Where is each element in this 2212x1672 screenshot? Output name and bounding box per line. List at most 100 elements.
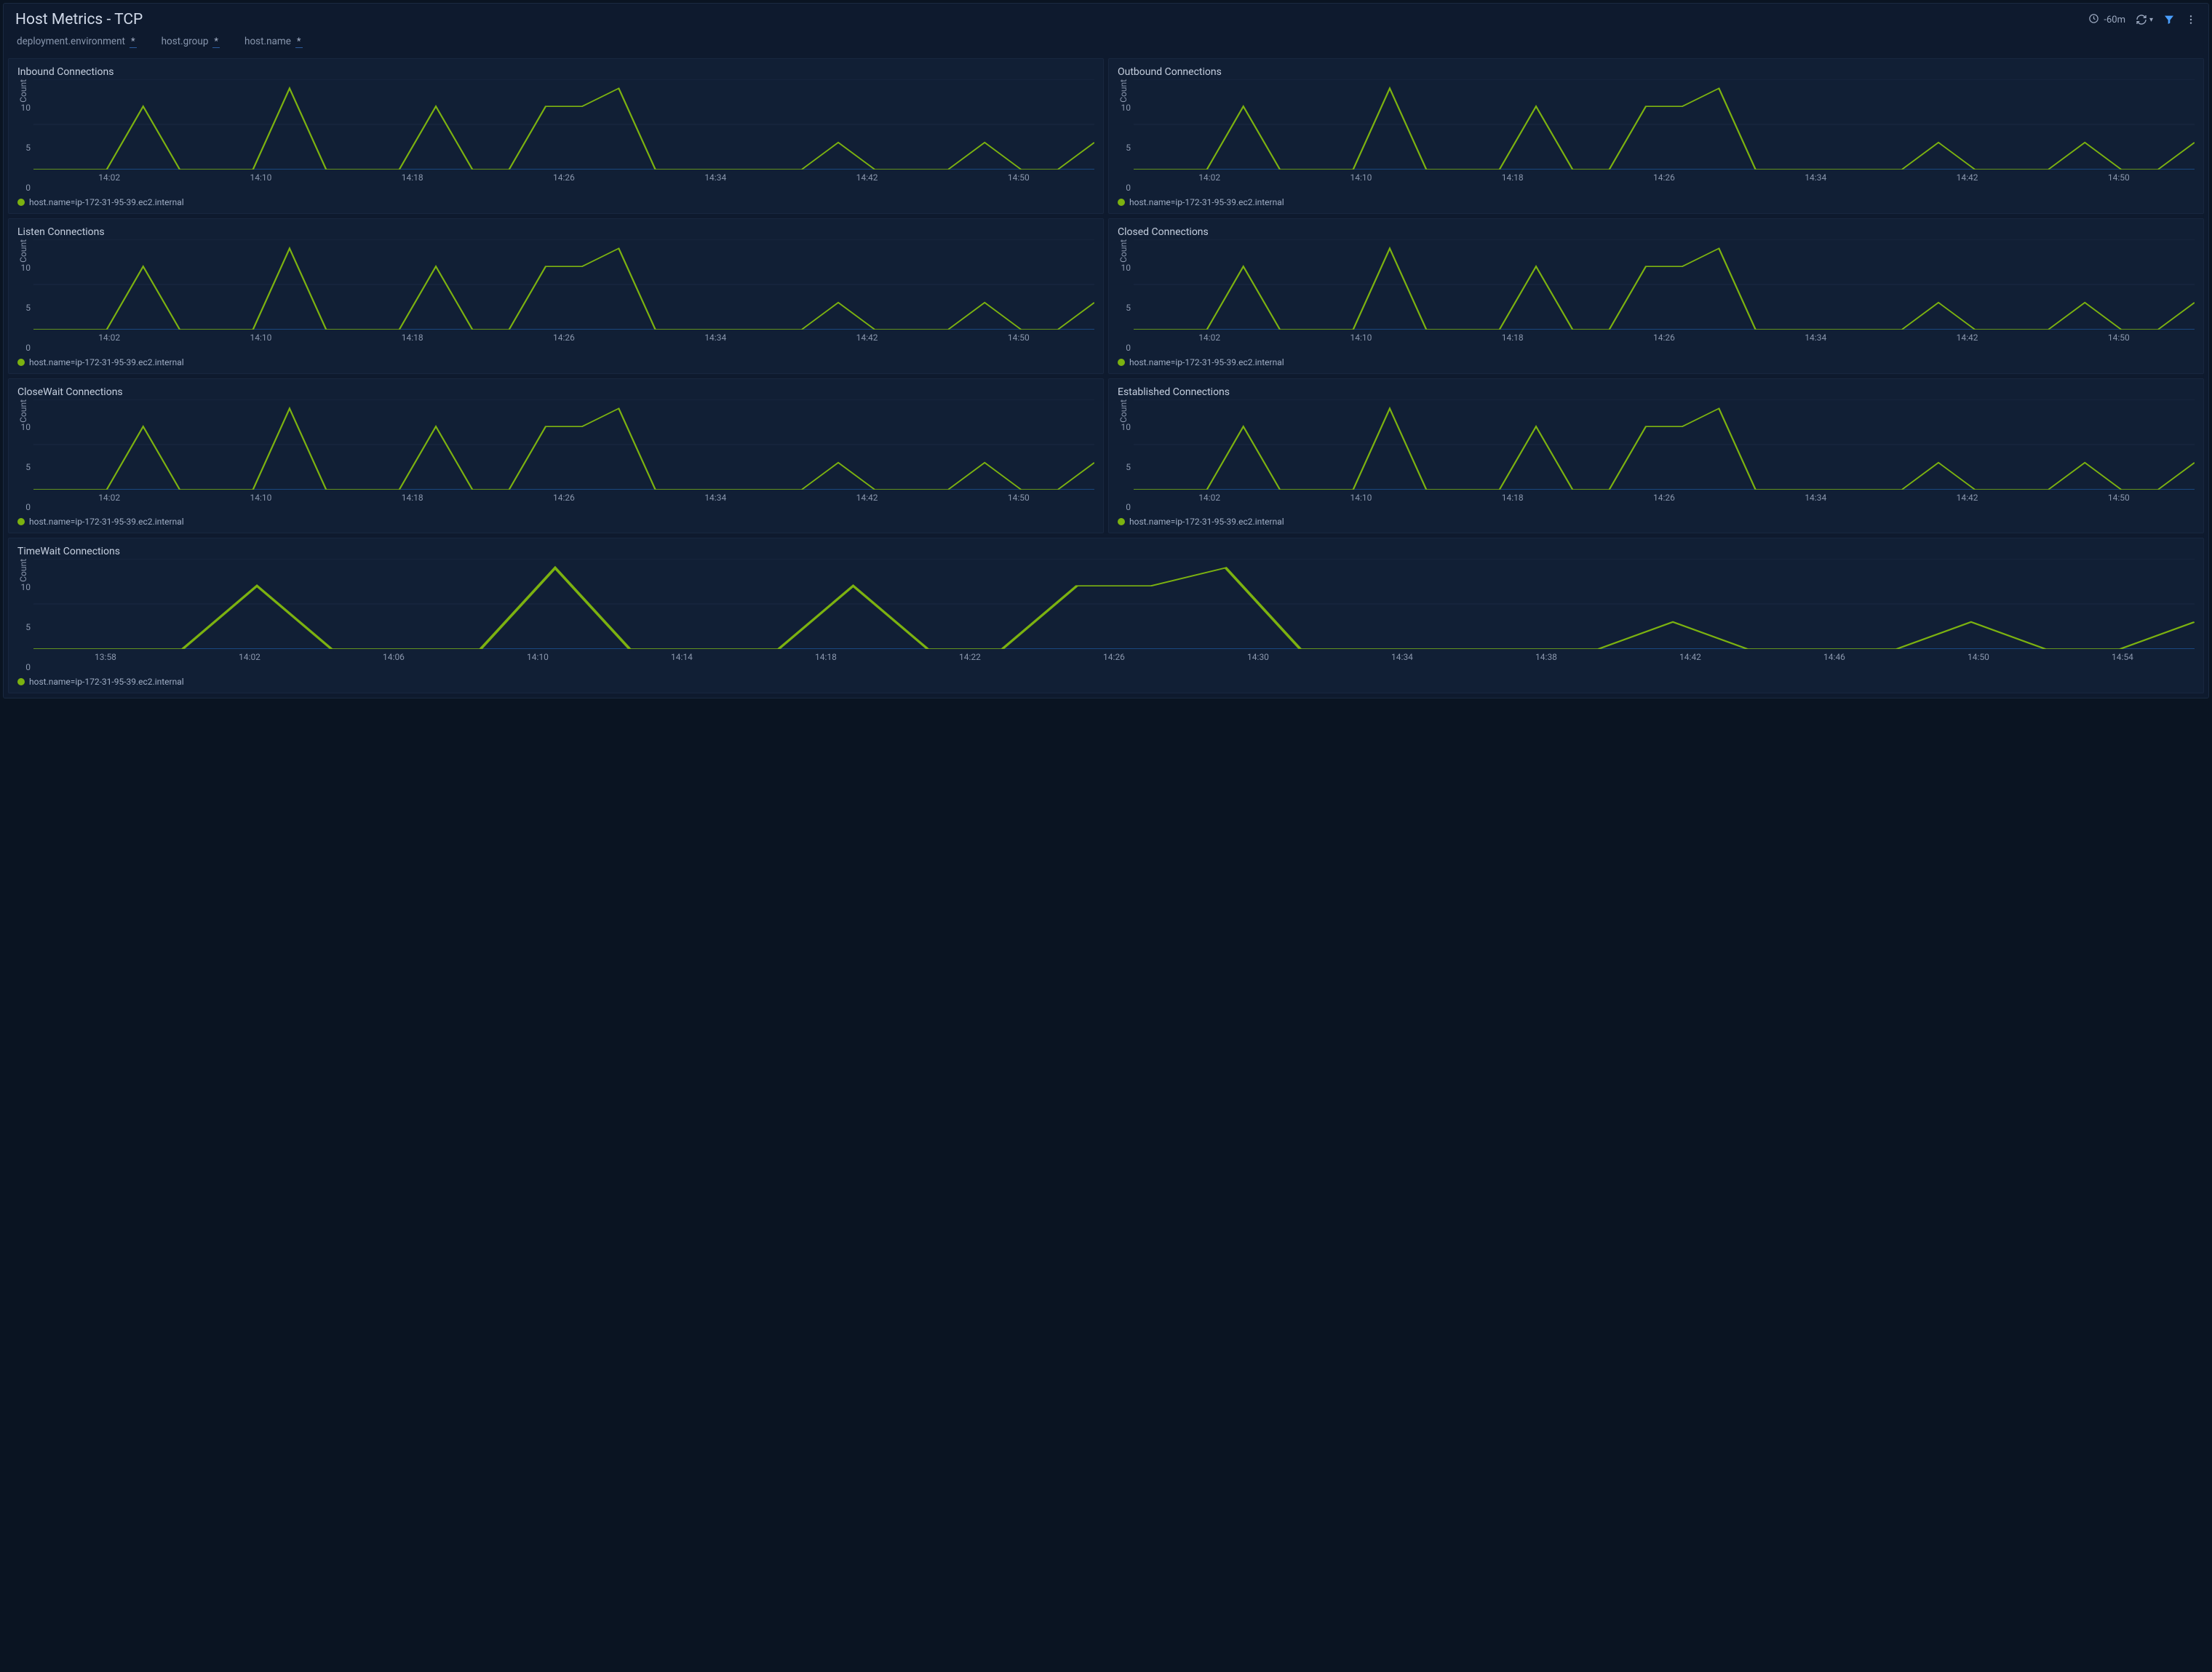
x-tick: 14:10 — [185, 493, 336, 503]
header: Host Metrics - TCP -60m ▾ — [4, 4, 2208, 33]
chart-panel: TimeWait Connections Count10 5 013:5814:02 1… — [8, 538, 2204, 693]
x-tick: 14:30 — [1186, 652, 1330, 662]
chart-area[interactable]: Count105013:5814:0214:0614:1014:1414:181… — [17, 559, 2195, 672]
filter-label: host.group — [162, 36, 209, 47]
y-axis-label: Count — [18, 239, 28, 263]
x-tick: 14:42 — [1618, 652, 1762, 662]
y-tick: 10 — [17, 103, 31, 113]
x-tick: 14:26 — [1588, 333, 1740, 343]
chart-panel: Closed ConnectionsCount105014:0214:1014:… — [1108, 218, 2204, 374]
x-tick: 14:18 — [1437, 172, 1588, 183]
x-tick: 14:34 — [1740, 172, 1891, 183]
legend-label: host.name=ip-172-31-95-39.ec2.internal — [29, 197, 184, 207]
x-tick: 14:18 — [1437, 493, 1588, 503]
refresh-button[interactable]: ▾ — [2136, 14, 2153, 25]
series-line — [1134, 408, 2195, 490]
legend[interactable]: host.name=ip-172-31-95-39.ec2.internal — [1118, 517, 2195, 527]
x-tick: 14:34 — [1740, 333, 1891, 343]
x-tick: 14:18 — [337, 333, 488, 343]
x-tick: 14:50 — [2043, 493, 2195, 503]
filter-icon[interactable] — [2163, 14, 2175, 25]
legend[interactable]: host.name=ip-172-31-95-39.ec2.internal — [17, 517, 1094, 527]
refresh-icon — [2136, 14, 2147, 25]
x-tick: 14:34 — [640, 333, 791, 343]
legend[interactable]: host.name=ip-172-31-95-39.ec2.internal — [17, 357, 1094, 367]
x-tick: 14:50 — [1906, 652, 2050, 662]
filter-host-group[interactable]: host.group * — [162, 36, 220, 48]
panel-title: Closed Connections — [1118, 226, 2195, 238]
y-tick: 0 — [17, 183, 31, 193]
legend[interactable]: host.name=ip-172-31-95-39.ec2.internal — [17, 197, 1094, 207]
x-tick: 14:50 — [943, 333, 1094, 343]
y-tick: 5 — [17, 303, 31, 313]
filter-label: host.name — [244, 36, 291, 47]
legend-label: host.name=ip-172-31-95-39.ec2.internal — [1129, 357, 1284, 367]
y-tick: 0 — [1118, 343, 1131, 353]
series-line — [1134, 88, 2195, 170]
y-tick: 0 — [17, 662, 31, 672]
filter-host-name[interactable]: host.name * — [244, 36, 302, 48]
legend[interactable]: host.name=ip-172-31-95-39.ec2.internal — [1118, 357, 2195, 367]
chart-panel: Outbound ConnectionsCount105014:0214:101… — [1108, 58, 2204, 214]
x-tick: 14:34 — [640, 172, 791, 183]
x-tick: 14:26 — [1588, 493, 1740, 503]
y-tick: 0 — [1118, 183, 1131, 193]
x-tick: 14:34 — [1330, 652, 1474, 662]
chart-panel: Listen ConnectionsCount105014:0214:1014:… — [8, 218, 1104, 374]
x-tick: 14:42 — [1891, 493, 2042, 503]
x-tick: 14:10 — [1285, 333, 1436, 343]
y-tick: 10 — [17, 582, 31, 592]
legend-label: host.name=ip-172-31-95-39.ec2.internal — [29, 357, 184, 367]
chart-area[interactable]: Count105014:0214:1014:1814:2614:3414:421… — [1118, 399, 2195, 513]
series-line — [1134, 248, 2195, 330]
panel-title: Outbound Connections — [1118, 66, 2195, 78]
panel-title: TimeWait Connections — [17, 546, 2195, 557]
filter-value: * — [295, 36, 303, 48]
series-line — [33, 408, 1094, 490]
y-axis-label: Count — [1118, 239, 1129, 263]
chart-area[interactable]: Count105014:0214:1014:1814:2614:3414:421… — [1118, 79, 2195, 193]
x-tick: 14:38 — [1474, 652, 1618, 662]
y-tick: 5 — [17, 462, 31, 472]
x-tick: 13:58 — [33, 652, 178, 662]
legend[interactable]: host.name=ip-172-31-95-39.ec2.internal — [17, 677, 2195, 687]
x-tick: 14:22 — [898, 652, 1042, 662]
x-tick: 14:18 — [1437, 333, 1588, 343]
y-tick: 10 — [1118, 103, 1131, 113]
chart-panel: Established ConnectionsCount105014:0214:… — [1108, 378, 2204, 534]
y-axis-label: Count — [18, 559, 28, 582]
chart-area[interactable]: Count105014:0214:1014:1814:2614:3414:421… — [17, 79, 1094, 193]
x-tick: 14:02 — [33, 493, 185, 503]
chart-area[interactable]: Count105014:0214:1014:1814:2614:3414:421… — [1118, 239, 2195, 353]
legend-label: host.name=ip-172-31-95-39.ec2.internal — [1129, 197, 1284, 207]
filter-deployment-environment[interactable]: deployment.environment * — [17, 36, 137, 48]
x-tick: 14:50 — [943, 493, 1094, 503]
x-tick: 14:02 — [178, 652, 322, 662]
y-tick: 5 — [17, 622, 31, 632]
chart-area[interactable]: Count105014:0214:1014:1814:2614:3414:421… — [17, 399, 1094, 513]
chevron-down-icon: ▾ — [2149, 16, 2153, 24]
x-tick: 14:02 — [1134, 333, 1285, 343]
x-tick: 14:02 — [33, 333, 185, 343]
series-line — [33, 88, 1094, 170]
x-tick: 14:42 — [791, 493, 942, 503]
panel-title: Established Connections — [1118, 386, 2195, 398]
x-tick: 14:14 — [610, 652, 754, 662]
legend-swatch — [1118, 359, 1125, 366]
y-axis-label: Count — [1118, 399, 1129, 423]
y-tick: 10 — [1118, 263, 1131, 273]
x-tick: 14:46 — [1762, 652, 1906, 662]
y-axis-label: Count — [18, 399, 28, 423]
x-tick: 14:42 — [791, 172, 942, 183]
more-menu-icon[interactable] — [2185, 14, 2197, 25]
x-tick: 14:34 — [1740, 493, 1891, 503]
timerange-picker[interactable]: -60m — [2088, 13, 2125, 27]
x-tick: 14:26 — [1588, 172, 1740, 183]
x-tick: 14:26 — [488, 333, 640, 343]
chart-area[interactable]: Count105014:0214:1014:1814:2614:3414:421… — [17, 239, 1094, 353]
legend-label: host.name=ip-172-31-95-39.ec2.internal — [1129, 517, 1284, 527]
legend-swatch — [1118, 199, 1125, 206]
clock-icon — [2088, 13, 2099, 27]
panel-title: Listen Connections — [17, 226, 1094, 238]
legend[interactable]: host.name=ip-172-31-95-39.ec2.internal — [1118, 197, 2195, 207]
